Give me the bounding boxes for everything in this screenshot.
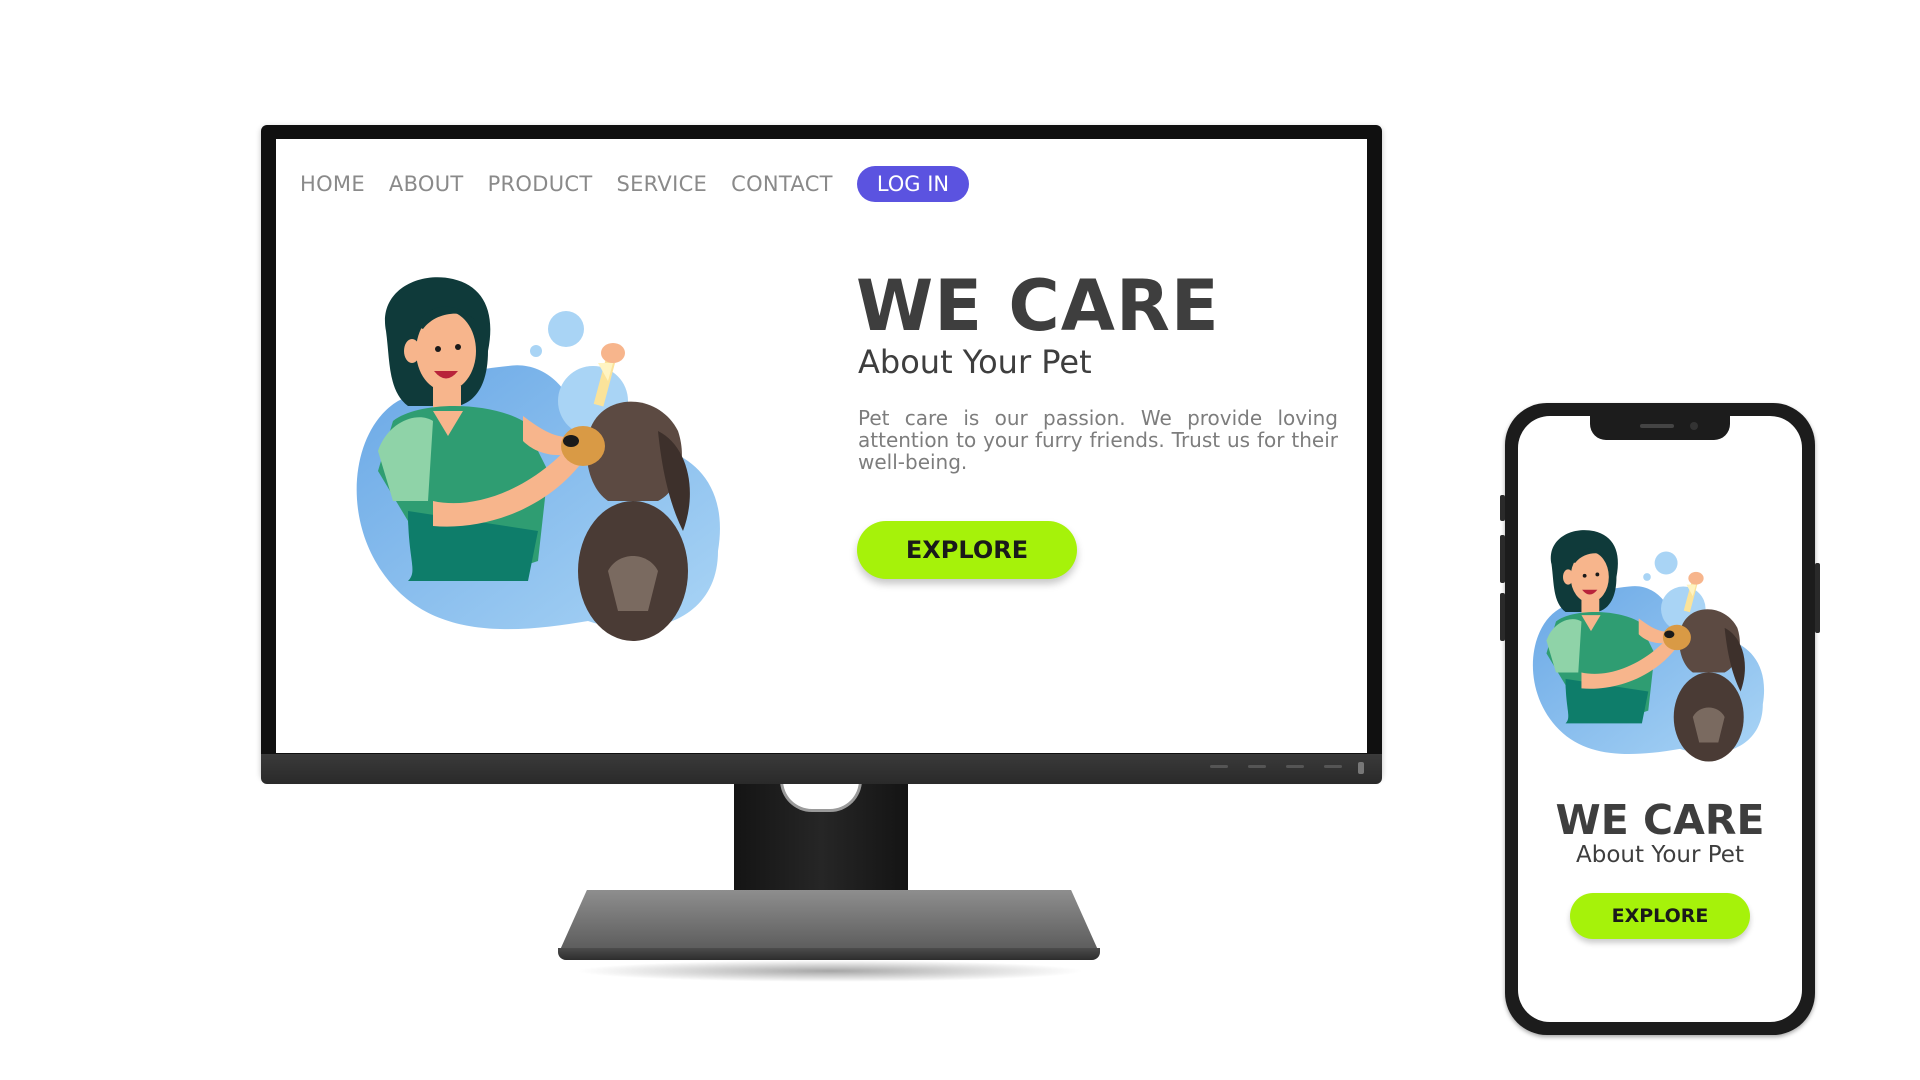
- login-button[interactable]: LOG IN: [856, 166, 970, 202]
- phone-notch: [1590, 416, 1730, 440]
- phone-volume-up: [1500, 535, 1505, 583]
- speaker-grille: [1640, 424, 1674, 428]
- monitor-shadow: [575, 960, 1085, 982]
- mobile-hero-subtitle: About Your Pet: [1576, 842, 1744, 868]
- monitor-button: [1286, 765, 1304, 768]
- monitor-button: [1248, 765, 1266, 768]
- mockup-stage: HOME ABOUT PRODUCT SERVICE CONTACT LOG I…: [0, 0, 1920, 1080]
- phone-volume-down: [1500, 593, 1505, 641]
- mobile-explore-button[interactable]: EXPLORE: [1570, 893, 1750, 939]
- nav-contact[interactable]: CONTACT: [731, 172, 833, 196]
- desktop-nav: HOME ABOUT PRODUCT SERVICE CONTACT LOG I…: [300, 166, 970, 202]
- monitor-chin: [261, 754, 1382, 784]
- nav-home[interactable]: HOME: [300, 172, 365, 196]
- explore-button[interactable]: EXPLORE: [857, 521, 1077, 579]
- woman-grooming-dog-illustration: [1532, 530, 1765, 762]
- monitor-stand-base: [560, 890, 1098, 950]
- mobile-hero-title: WE CARE: [1555, 796, 1765, 844]
- nav-product[interactable]: PRODUCT: [488, 172, 593, 196]
- hero-subtitle: About Your Pet: [858, 343, 1092, 381]
- front-camera: [1690, 422, 1698, 430]
- monitor-control-buttons: [1210, 765, 1342, 768]
- nav-service[interactable]: SERVICE: [616, 172, 707, 196]
- monitor-button: [1324, 765, 1342, 768]
- monitor-button: [1210, 765, 1228, 768]
- desktop-screen: HOME ABOUT PRODUCT SERVICE CONTACT LOG I…: [276, 139, 1367, 753]
- hero-title: WE CARE: [856, 265, 1220, 347]
- phone-power-button: [1815, 563, 1820, 633]
- woman-grooming-dog-illustration: [356, 277, 720, 641]
- nav-about[interactable]: ABOUT: [389, 172, 464, 196]
- mobile-screen: WE CARE About Your Pet EXPLORE: [1518, 416, 1802, 1022]
- monitor-stand-base-edge: [558, 948, 1100, 960]
- hero-body-text: Pet care is our passion. We provide lovi…: [858, 406, 1338, 474]
- phone-mute-switch: [1500, 495, 1505, 521]
- power-button: [1358, 762, 1364, 774]
